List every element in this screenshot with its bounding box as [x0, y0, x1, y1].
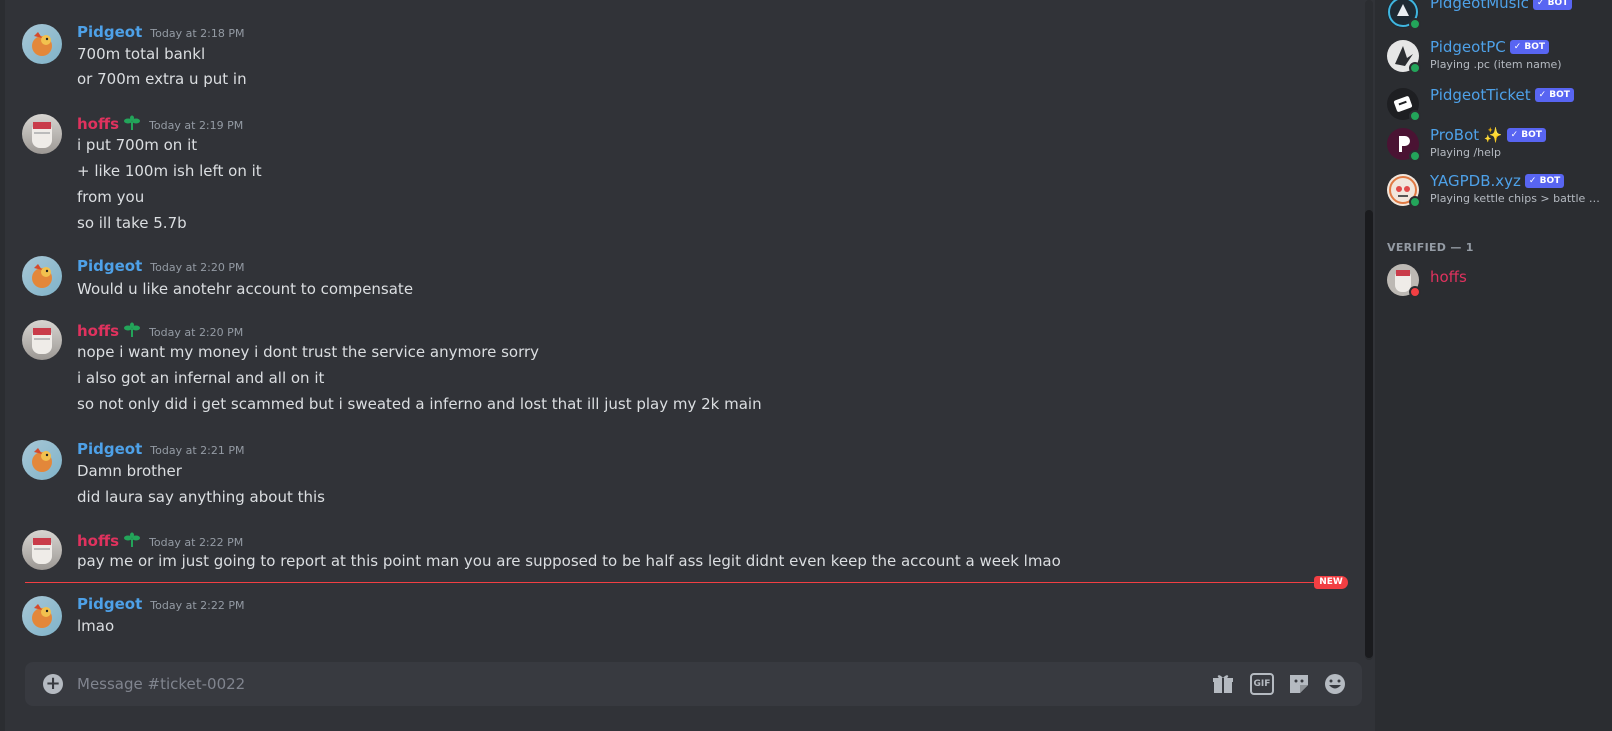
bot-tag: ✓ BOT — [1506, 128, 1546, 142]
sticker-icon[interactable] — [1287, 673, 1311, 695]
message-line: nope i want my money i dont trust the se… — [77, 343, 540, 361]
sprout-flair-icon[interactable] — [123, 532, 141, 548]
member-activity: Playing kettle chips > battle s... — [1430, 192, 1600, 205]
avatar[interactable] — [22, 596, 62, 636]
member-name: PidgeotPC — [1430, 38, 1506, 56]
message-line: pay me or im just going to report at thi… — [77, 552, 1061, 570]
member-list: PidgeotMusic ✓ BOT PidgeotPC ✓ BOT Playi… — [1375, 0, 1612, 731]
message-line: so not only did i get scammed but i swea… — [77, 395, 762, 413]
message-header: Pidgeot Today at 2:22 PM — [77, 595, 244, 613]
message-composer: + GIF — [25, 662, 1362, 706]
message-header: hoffs Today at 2:22 PM — [77, 530, 243, 550]
author-name[interactable]: Pidgeot — [77, 440, 142, 458]
chat-scrollbar[interactable] — [1365, 0, 1373, 660]
member-name-row: PidgeotTicket ✓ BOT — [1430, 86, 1574, 104]
member-activity: Playing .pc (item name) — [1430, 58, 1562, 71]
member-name: hoffs — [1430, 268, 1467, 286]
member-activity: Playing /help — [1430, 146, 1501, 159]
sprout-flair-icon[interactable] — [123, 322, 141, 338]
gift-icon[interactable] — [1211, 673, 1235, 695]
member-item[interactable]: ProBot ✨ ✓ BOT Playing /help — [1387, 124, 1607, 166]
bot-tag: ✓ BOT — [1509, 40, 1550, 54]
online-status — [1409, 18, 1421, 30]
online-status — [1409, 110, 1421, 122]
message-line: from you — [77, 188, 145, 206]
member-name-row: ProBot ✨ ✓ BOT — [1430, 126, 1546, 144]
timestamp: Today at 2:20 PM — [149, 326, 244, 339]
dnd-status — [1409, 286, 1421, 298]
message-header: hoffs Today at 2:20 PM — [77, 320, 243, 340]
gif-icon[interactable]: GIF — [1250, 673, 1274, 695]
message-line: or 700m extra u put in — [77, 70, 247, 88]
member-name: YAGPDB.xyz — [1430, 172, 1521, 190]
message-line: did laura say anything about this — [77, 488, 325, 506]
timestamp: Today at 2:22 PM — [149, 536, 244, 549]
avatar[interactable] — [22, 530, 62, 570]
message-line: + like 100m ish left on it — [77, 162, 262, 180]
message-header: Pidgeot Today at 2:20 PM — [77, 257, 244, 275]
member-name: PidgeotMusic — [1430, 0, 1529, 12]
online-status — [1409, 62, 1421, 74]
member-name: ProBot ✨ — [1430, 126, 1503, 144]
chat-area: Pidgeot Today at 2:18 PM 700m total bank… — [5, 0, 1375, 731]
scrollbar-thumb[interactable] — [1365, 210, 1373, 658]
timestamp: Today at 2:19 PM — [149, 119, 244, 132]
author-name[interactable]: Pidgeot — [77, 257, 142, 275]
member-name: PidgeotTicket — [1430, 86, 1531, 104]
message-line: i put 700m on it — [77, 136, 198, 154]
avatar[interactable] — [22, 24, 62, 64]
timestamp: Today at 2:20 PM — [150, 261, 245, 274]
message-line: i also got an infernal and all on it — [77, 369, 325, 387]
author-name[interactable]: Pidgeot — [77, 23, 142, 41]
member-name-row: YAGPDB.xyz ✓ BOT — [1430, 172, 1565, 190]
section-header: VERIFIED — 1 — [1387, 241, 1474, 254]
message-line: Damn brother — [77, 462, 182, 480]
timestamp: Today at 2:22 PM — [150, 599, 245, 612]
message-line: lmao — [77, 617, 115, 635]
message-input[interactable] — [77, 673, 1157, 695]
message-header: hoffs Today at 2:19 PM — [77, 113, 243, 133]
avatar[interactable] — [22, 114, 62, 154]
member-name-row: PidgeotMusic ✓ BOT — [1430, 0, 1573, 12]
avatar[interactable] — [22, 320, 62, 360]
member-item[interactable]: PidgeotMusic ✓ BOT — [1387, 0, 1607, 34]
message-line: 700m total bankl — [77, 45, 206, 63]
author-name[interactable]: hoffs — [77, 115, 119, 133]
author-name[interactable]: hoffs — [77, 532, 119, 550]
avatar[interactable] — [22, 440, 62, 480]
member-item[interactable]: PidgeotTicket ✓ BOT — [1387, 84, 1607, 126]
bot-tag: ✓ BOT — [1532, 0, 1573, 10]
message-header: Pidgeot Today at 2:18 PM — [77, 23, 244, 41]
author-name[interactable]: Pidgeot — [77, 595, 142, 613]
message-line: Would u like anotehr account to compensa… — [77, 280, 414, 298]
timestamp: Today at 2:18 PM — [150, 27, 245, 40]
emoji-icon[interactable] — [1323, 673, 1347, 695]
new-badge: NEW — [1314, 576, 1348, 589]
bot-tag: ✓ BOT — [1524, 174, 1565, 188]
message-line: so ill take 5.7b — [77, 214, 187, 232]
online-status — [1409, 196, 1421, 208]
member-name-row: hoffs — [1430, 268, 1467, 286]
author-name[interactable]: hoffs — [77, 322, 119, 340]
new-messages-divider — [25, 582, 1345, 583]
bot-tag: ✓ BOT — [1534, 88, 1574, 102]
member-item[interactable]: hoffs — [1387, 260, 1607, 302]
sprout-flair-icon[interactable] — [123, 115, 141, 131]
avatar[interactable] — [22, 256, 62, 296]
member-item[interactable]: YAGPDB.xyz ✓ BOT Playing kettle chips > … — [1387, 170, 1607, 212]
member-item[interactable]: PidgeotPC ✓ BOT Playing .pc (item name) — [1387, 36, 1607, 78]
online-status — [1409, 150, 1421, 162]
member-name-row: PidgeotPC ✓ BOT — [1430, 38, 1550, 56]
timestamp: Today at 2:21 PM — [150, 444, 245, 457]
message-header: Pidgeot Today at 2:21 PM — [77, 440, 244, 458]
add-attachment-icon[interactable]: + — [43, 674, 63, 694]
